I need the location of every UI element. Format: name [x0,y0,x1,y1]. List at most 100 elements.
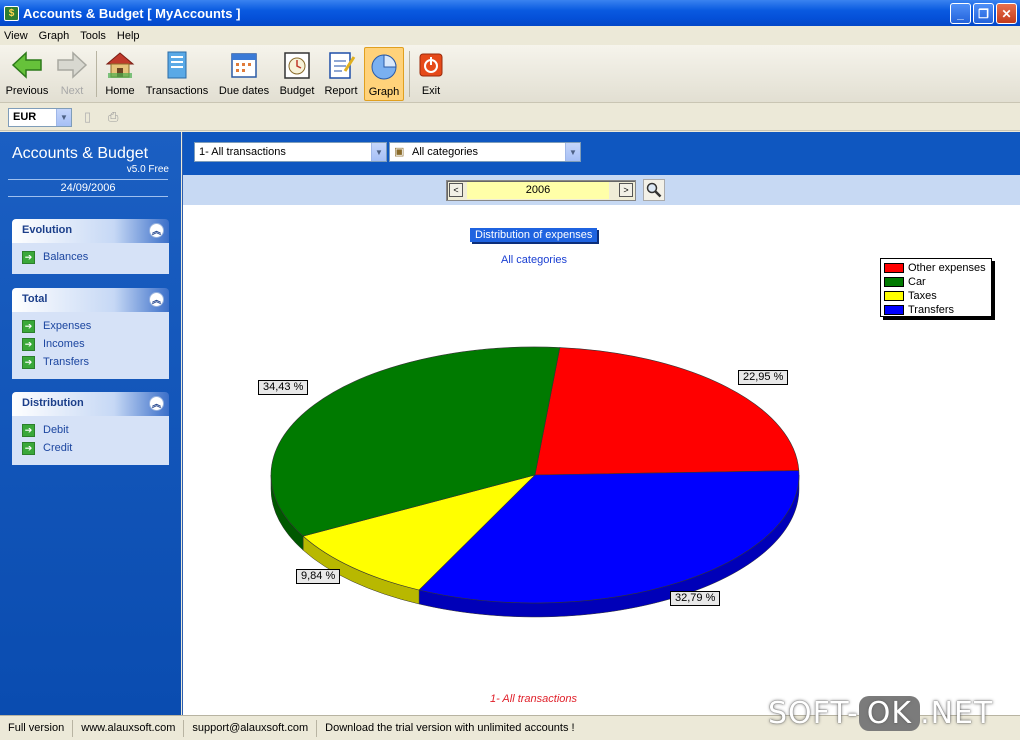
slice-label-transfers: 32,79 % [670,591,721,606]
sidebar-item-balances[interactable]: ➔ Balances [22,248,159,266]
transactions-label: Transactions [145,85,209,97]
window-controls: _ ❐ ✕ [950,3,1017,24]
sidebar-item-label: Transfers [43,356,90,368]
panel-title: Evolution [22,224,73,236]
watermark-suffix: .NET [920,696,994,731]
chart-footer: 1- All transactions [490,693,578,705]
exit-button[interactable]: Exit [414,47,448,101]
panel-header[interactable]: Distribution ︽ [12,392,169,416]
pie-chart [270,346,800,618]
maximize-button[interactable]: ❐ [973,3,994,24]
legend-item: Car [884,275,988,289]
due-dates-label: Due dates [218,85,270,97]
watermark-prefix: SOFT- [768,696,859,731]
delete-icon[interactable]: ▯ [84,109,100,125]
home-button[interactable]: Home [101,47,139,101]
sidebar-item-incomes[interactable]: ➔ Incomes [22,335,159,353]
legend-swatch [884,263,904,273]
currency-select[interactable]: EUR ▼ [8,108,72,127]
sidebar-item-credit[interactable]: ➔ Credit [22,439,159,457]
watermark: SOFT- OK .NET [768,696,993,731]
legend-item: Taxes [884,289,988,303]
menu-tools[interactable]: Tools [80,30,106,42]
menu-bar: View Graph Tools Help [0,26,1020,45]
legend-label: Taxes [908,290,937,302]
graph-label: Graph [368,86,400,98]
toolbar-separator [96,51,97,97]
legend-label: Car [908,276,926,288]
sidebar-item-label: Incomes [43,338,85,350]
watermark-ok: OK [858,696,921,731]
collapse-chevron-icon[interactable]: ︽ [149,292,164,307]
legend-item: Transfers [884,303,988,317]
currency-value: EUR [13,111,37,123]
main-area: 1- All transactions ▼ ▣ All categories ▼… [182,132,1020,715]
pie-chart-icon [368,50,400,82]
panel-evolution: Evolution ︽ ➔ Balances [12,219,169,274]
sidebar-item-label: Credit [43,442,73,454]
budget-button[interactable]: Budget [277,47,317,101]
previous-label: Previous [5,85,49,97]
title-bar: $ Accounts & Budget [ MyAccounts ] _ ❐ ✕ [0,0,1020,26]
previous-button[interactable]: Previous [4,47,50,101]
sidebar-item-expenses[interactable]: ➔ Expenses [22,317,159,335]
menu-help[interactable]: Help [117,30,140,42]
next-button[interactable]: Next [52,47,92,101]
sidebar-item-debit[interactable]: ➔ Debit [22,421,159,439]
back-arrow-icon [11,49,43,81]
report-label: Report [324,85,358,97]
green-arrow-icon: ➔ [22,441,35,455]
print-icon[interactable]: ⎙ [108,109,124,125]
sidebar-brand: Accounts & Budget [12,145,149,162]
forward-arrow-icon [56,49,88,81]
legend-item: Other expenses [884,261,988,275]
status-edition: Full version [0,719,74,737]
panel-distribution: Distribution ︽ ➔ Debit ➔ Credit [12,392,169,465]
graph-button[interactable]: Graph [364,47,404,101]
legend-swatch [884,305,904,315]
menu-view[interactable]: View [4,30,28,42]
panel-total: Total ︽ ➔ Expenses ➔ Incomes ➔ Transfers [12,288,169,379]
chart-legend: Other expenses Car Taxes Transfers [880,258,992,317]
close-button[interactable]: ✕ [996,3,1017,24]
collapse-chevron-icon[interactable]: ︽ [149,223,164,238]
panel-header[interactable]: Total ︽ [12,288,169,312]
sidebar: Accounts & Budget v5.0 Free 24/09/2006 E… [0,132,181,715]
budget-clock-icon [281,49,313,81]
transactions-icon [161,49,193,81]
sidebar-item-transfers[interactable]: ➔ Transfers [22,353,159,371]
green-arrow-icon: ➔ [22,355,35,369]
sidebar-version: v5.0 Free [126,164,169,175]
minimize-button[interactable]: _ [950,3,971,24]
slice-label-taxes: 9,84 % [296,569,341,584]
calendar-icon [228,49,260,81]
chevron-down-icon: ▼ [56,109,71,126]
collapse-chevron-icon[interactable]: ︽ [149,396,164,411]
pie-slice-other-expenses [534,347,800,476]
legend-swatch [884,277,904,287]
menu-graph[interactable]: Graph [39,30,70,42]
slice-label-other-expenses: 22,95 % [738,370,789,385]
status-message: Download the trial version with unlimite… [325,721,575,734]
transactions-button[interactable]: Transactions [145,47,209,101]
due-dates-button[interactable]: Due dates [216,47,272,101]
app-icon: $ [4,5,19,21]
legend-label: Transfers [908,304,955,316]
sidebar-date: 24/09/2006 [8,179,168,197]
green-arrow-icon: ➔ [22,423,35,437]
next-label: Next [60,85,84,97]
window-title: Accounts & Budget [ MyAccounts ] [23,5,241,21]
sidebar-item-label: Balances [43,251,89,263]
report-button[interactable]: Report [322,47,360,101]
green-arrow-icon: ➔ [22,250,35,264]
status-support-email[interactable]: support@alauxsoft.com [184,719,318,737]
legend-label: Other expenses [908,262,986,274]
panel-title: Total [22,293,48,305]
panel-header[interactable]: Evolution ︽ [12,219,169,243]
home-icon [104,49,136,81]
toolbar-separator [409,51,410,97]
status-website-link[interactable]: www.alauxsoft.com [73,719,185,737]
exit-label: Exit [421,85,441,97]
home-label: Home [105,85,135,97]
slice-label-car: 34,43 % [258,380,309,395]
